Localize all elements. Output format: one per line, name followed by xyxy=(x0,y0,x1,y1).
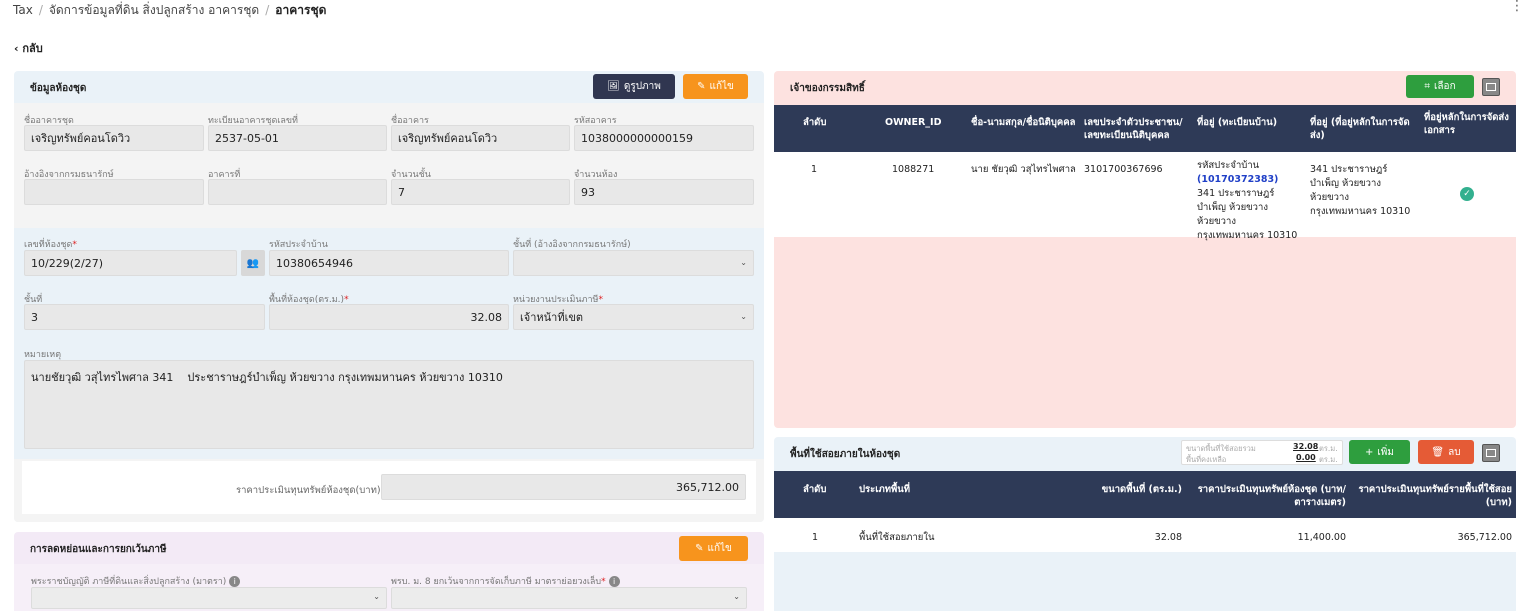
users-icon: 👥 xyxy=(246,257,260,269)
cell-no: 1 xyxy=(812,532,819,543)
owners-table-header: ลำดับ OWNER_ID ชื่อ-นามสกุล/ชื่อนิติบุคค… xyxy=(774,105,1516,152)
col-owner-id: OWNER_ID xyxy=(885,117,942,128)
col-no: ลำดับ xyxy=(803,117,827,128)
col-citizen-id: เลขประจำตัวประชาชน/ เลขทะเบียนนิติบุคคล xyxy=(1084,117,1183,141)
act-select[interactable]: ⌄ xyxy=(31,587,387,609)
remark-label: หมายเหตุ xyxy=(24,350,62,360)
usage-summary-box: ขนาดพื้นที่ใช้สอยรวม 32.08 ตร.ม. พื้นที่… xyxy=(1181,440,1343,465)
floor-treasury-label: ชั้นที่ (อ้างอิงจากกรมธนารักษ์) xyxy=(513,240,631,250)
col-main-mail: ที่อยู่หลักในการจัดส่งเอกสาร xyxy=(1424,112,1509,136)
info-icon: i xyxy=(229,576,241,587)
breadcrumb: Tax / จัดการข้อมูลที่ดิน สิ่งปลูกสร้าง อาค… xyxy=(13,3,327,17)
col-total: ราคาประเมินทุนทรัพย์รายพื้นที่ใช้สอย (บา… xyxy=(1358,484,1513,508)
cell-mail-address: 341 ประชาราษฎร์บำเพ็ญ ห้วยขวาง ห้วยขวาง … xyxy=(1310,164,1411,217)
col-address: ที่อยู่ (ทะเบียนบ้าน) xyxy=(1197,117,1278,128)
view-image-button[interactable]: 🖼 ดูรูปภาพ xyxy=(593,74,675,99)
breadcrumb-item-land-management[interactable]: จัดการข้อมูลที่ดิน สิ่งปลูกสร้าง อาคารชุ… xyxy=(49,3,259,17)
remark-textarea[interactable]: นายชัยวุฒิ วสุไทรไพศาล 341 ประชาราษฎร์บำ… xyxy=(24,360,754,449)
chevron-down-icon: ⌄ xyxy=(373,592,380,601)
treasury-ref-field[interactable] xyxy=(24,179,204,205)
pencil-icon: ✎ xyxy=(697,81,706,92)
registration-no-field[interactable]: 2537-05-01 xyxy=(208,125,387,151)
room-no-label: เลขที่ห้องชุด* xyxy=(24,240,77,250)
info-icon: i xyxy=(608,576,620,587)
cell-total: 365,712.00 xyxy=(1457,532,1512,543)
image-icon: 🖼 xyxy=(607,81,620,92)
cell-price-per-sqm: 11,400.00 xyxy=(1297,532,1346,543)
usage-table-header: ลำดับ ประเภทพื้นที่ ขนาดพื้นที่ (ตร.ม.) … xyxy=(774,471,1516,518)
unit-info-title: ข้อมูลห้องชุด xyxy=(30,83,87,94)
expand-icon[interactable] xyxy=(1482,444,1500,462)
cell-citizen-id: 3101700367696 xyxy=(1084,164,1163,175)
floors-field[interactable]: 7 xyxy=(391,179,570,205)
cell-area-size: 32.08 xyxy=(1154,532,1182,543)
floor-field[interactable]: 3 xyxy=(24,304,265,330)
col-price-per-sqm: ราคาประเมินทุนทรัพย์ห้องชุด (บาท/ ตารางเ… xyxy=(1197,484,1346,508)
expand-icon[interactable] xyxy=(1482,78,1500,96)
pencil-icon: ✎ xyxy=(695,543,704,554)
cell-area-type: พื้นที่ใช้สอยภายใน xyxy=(859,532,935,543)
house-code-label: รหัสประจำบ้าน xyxy=(269,240,328,250)
house-code-field[interactable]: 10380654946 xyxy=(269,250,509,276)
col-area-size: ขนาดพื้นที่ (ตร.ม.) xyxy=(1101,484,1182,495)
building-code-field[interactable]: 1038000000000159 xyxy=(574,125,754,151)
check-circle-icon[interactable]: ✓ xyxy=(1460,187,1474,201)
select-owner-button[interactable]: ⌗ เลือก xyxy=(1406,75,1474,98)
edit-tax-relief-button[interactable]: ✎ แก้ไข xyxy=(679,536,748,561)
appraisal-label: ราคาประเมินทุนทรัพย์ห้องชุด(บาท) xyxy=(236,485,381,496)
col-name: ชื่อ-นามสกุล/ชื่อนิติบุคคล xyxy=(971,117,1076,128)
cell-owner-id: 1088271 xyxy=(892,164,935,175)
breadcrumb-item-current: อาคารชุด xyxy=(275,3,327,17)
owner-lookup-button[interactable]: 👥 xyxy=(241,250,265,276)
building-no-field[interactable] xyxy=(208,179,387,205)
add-usage-button[interactable]: + เพิ่ม xyxy=(1349,440,1410,464)
exempt-select[interactable]: ⌄ xyxy=(391,587,747,609)
col-mail-address: ที่อยู่ (ที่อยู่หลักในการจัดส่ง) xyxy=(1310,117,1410,141)
building-name-field[interactable]: เจริญทรัพย์คอนโดวิว xyxy=(24,125,204,151)
building-field[interactable]: เจริญทรัพย์คอนโดวิว xyxy=(391,125,570,151)
col-no: ลำดับ xyxy=(803,484,827,495)
area-field[interactable]: 32.08 xyxy=(269,304,509,330)
rooms-field[interactable]: 93 xyxy=(574,179,754,205)
edit-unit-button[interactable]: ✎ แก้ไข xyxy=(683,74,748,99)
plus-icon: + xyxy=(1365,446,1374,458)
usage-title: พื้นที่ใช้สอยภายในห้องชุด xyxy=(790,449,901,460)
house-code-link[interactable]: (10170372383) xyxy=(1197,173,1302,187)
chevron-down-icon: ⌄ xyxy=(733,592,740,601)
assessor-select[interactable]: เจ้าหน้าที่เขต ⌄ xyxy=(513,304,754,330)
breadcrumb-item-tax[interactable]: Tax xyxy=(13,3,33,17)
back-button[interactable]: ‹ กลับ xyxy=(14,39,43,57)
chevron-down-icon: ⌄ xyxy=(740,258,747,267)
col-area-type: ประเภทพื้นที่ xyxy=(859,484,911,495)
trash-icon: 🗑 xyxy=(1431,446,1445,458)
cell-address: รหัสประจำบ้าน (10170372383) 341 ประชาราษ… xyxy=(1197,159,1302,243)
room-no-field[interactable]: 10/229(2/27) xyxy=(24,250,237,276)
chevron-down-icon: ⌄ xyxy=(740,312,747,321)
select-icon: ⌗ xyxy=(1424,81,1431,92)
more-options-icon[interactable]: ⋮ xyxy=(1510,0,1524,13)
appraisal-field[interactable]: 365,712.00 xyxy=(381,474,746,500)
tax-relief-title: การลดหย่อนและการยกเว้นภาษี xyxy=(30,544,167,555)
delete-usage-button[interactable]: 🗑 ลบ xyxy=(1418,440,1474,464)
cell-name: นาย ชัยวุฒิ วสุไทรไพศาล xyxy=(971,164,1076,175)
owners-title: เจ้าของกรรมสิทธิ์ xyxy=(790,83,865,94)
exempt-label: พรบ. ม. 8 ยกเว้นจากการจัดเก็บภาษี มาตราย… xyxy=(391,574,620,588)
cell-no: 1 xyxy=(811,164,818,175)
act-label: พระราชบัญญัติ ภาษีที่ดินและสิ่งปลูกสร้าง… xyxy=(31,574,241,588)
floor-treasury-select[interactable]: ⌄ xyxy=(513,250,754,276)
